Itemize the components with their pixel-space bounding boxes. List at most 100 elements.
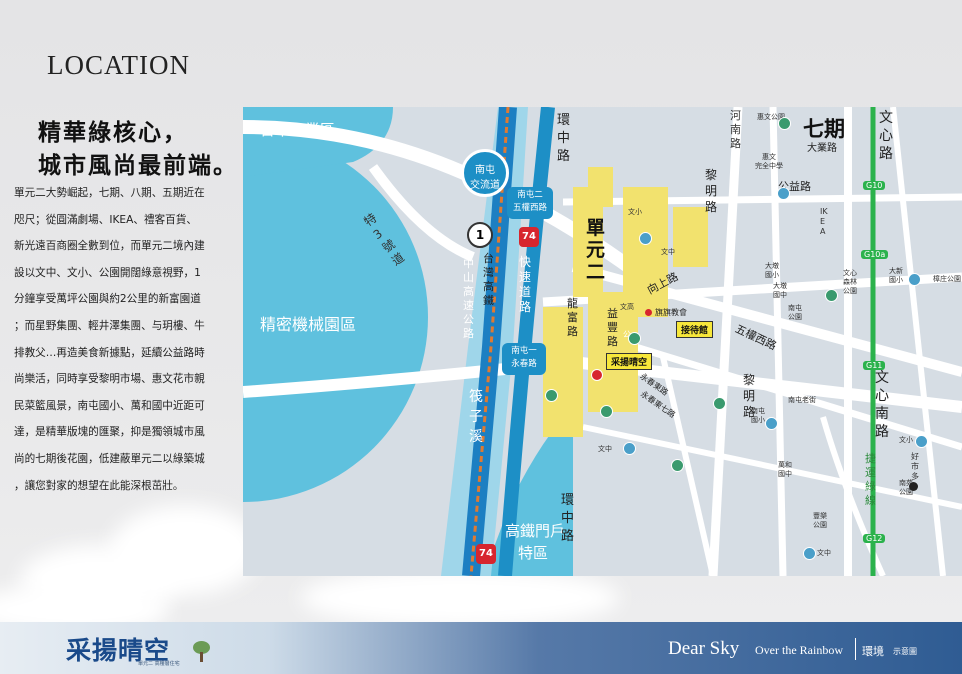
cloud-decoration [110,505,260,595]
road-label-metro: 捷運綠線 [865,452,876,507]
description-line: 分鐘享受萬坪公園與約2公里的新富園道 [14,293,201,306]
zone-label-hsr-2: 特區 [518,544,549,562]
poi-label: 大墩 [765,262,779,270]
road-label-huanzhong: 環中路 [557,113,571,164]
poi-wenzhong: 文中 [661,248,675,256]
poi-haoshi: 好市多 [911,452,919,481]
tagline: Dear Sky [668,638,740,659]
ramp-nantun-2: 南屯二 五權西路 [507,187,553,219]
park-icon [825,289,838,302]
park-icon [600,405,613,418]
poi-church: 旗旗教會 [655,308,687,317]
road-label-ikea: IKEA [820,207,828,236]
highway-shield-74: 74 [519,227,539,247]
headline-line-1: 精華綠核心， [38,120,188,146]
poi-label: 完全中學 [755,162,783,170]
church-pin-icon [645,309,652,316]
metro-station-g10: G10 [863,181,886,190]
description-line: 民菜籃風景，南屯國小、萬和國中近距可 [14,399,205,412]
poi-label: 公園 [788,313,802,321]
school-icon [765,417,778,430]
poi-label: 國中 [778,470,792,478]
interchange-label: 交流道 [470,180,500,191]
location-map: 台中工業區 精密機械園區 高鐵門戶 特區 單元二 七期 南屯 交流道 南屯二 五… [243,107,962,576]
road-label-longfu: 龍富路 [567,297,578,338]
description-line: 新光遠百商圈全數到位，而單元二境內建 [14,240,205,253]
metro-station-g11: G11 [863,361,886,370]
poi-label: 萬和 [778,461,792,469]
road-label-yifeng: 益豐路 [607,307,618,348]
road-label-wenxin-top: 文心路 [879,110,893,162]
park-icon [778,117,791,130]
metro-station-g10a: G10a [861,250,889,259]
poi-fengle-park: 豐樂 公園 [813,512,827,530]
school-icon [639,232,652,245]
poi-nantun-park: 南屯 公園 [788,304,802,322]
poi-wanhe-mid: 萬和 國中 [778,461,792,479]
description-line: 達，是精華版塊的匯聚，抑是獨領城市風 [14,426,205,439]
zone-label-hsr: 高鐵門戶 [505,522,566,540]
poi-label: 大墩 [773,282,787,290]
poi-label: 國小 [751,416,765,424]
highway-shield-74-b: 74 [476,544,496,564]
poi-wenxiao: 文小 [628,208,642,216]
description-line: ，讓您對家的想望在此能深根茁壯。 [14,479,184,492]
description-line: 排教父…再造美食新據點，延續公益路時 [14,346,205,359]
poi-nantun-elem: 南屯 國小 [751,407,765,425]
poi-wenzhong-2: 文中 [598,445,612,453]
section-label: 環境 [862,645,884,658]
metro-station-g12: G12 [863,534,886,543]
school-icon [803,547,816,560]
section-sublabel: 示意圖 [893,647,917,656]
poi-dadun-elem: 大墩 國小 [765,262,779,280]
ramp-label: 南屯二 [517,190,543,200]
poi-wenzhong-3: 文中 [817,549,831,557]
description-line: ；而星野集團、輕井澤集團、与玥樓、牛 [14,319,205,332]
tagline-secondary: Over the Rainbow [755,643,843,657]
description-line: 設以文中、文小、公園開闊綠意視野，1 [14,266,201,279]
poi-label: 大新 [889,267,903,275]
park-icon [545,389,558,402]
reception-callout: 接待館 [676,321,714,338]
poi-daxin-elem: 大新 國小 [889,267,903,285]
road-label-zhongshan: 中山高速公路 [463,257,474,340]
poi-label: 惠文 [762,153,776,161]
project-callout: 采揚晴空 [606,353,653,370]
cloud-decoration [300,568,620,628]
zone-label-industrial: 台中工業區 [260,121,336,139]
poi-huiwen-school: 惠文 完全中學 [755,153,783,171]
school-icon [777,187,790,200]
road-label-henan: 河南路 [730,109,741,150]
poi-nantun-old: 南屯老街 [788,396,816,404]
road-label-hsr: 台灣高鐵 [483,252,494,307]
ramp-nantun-1: 南屯一 永春路 [502,343,546,375]
interchange-badge: 南屯 交流道 [461,149,509,197]
headline-line-2: 城市風尚最前端。 [38,153,238,179]
road-label-wenxin-bottom: 文心南路 [875,370,889,440]
project-pin-icon [591,369,603,381]
poi-label: 國中 [773,291,787,299]
school-icon [915,435,928,448]
poi-keli: 樟庄公園 [933,275,961,283]
map-canvas [243,107,962,576]
description-line: 尚樂活，同時享受黎明市場、惠文花市親 [14,373,205,386]
page-title: LOCATION [47,50,190,80]
brand-logo-subtext: 單元二 高樓層住宅 [138,661,180,667]
zone-label-unit2: 單元二 [586,217,606,283]
footer-divider [855,638,856,660]
poi-label: 國小 [765,271,779,279]
park-icon [671,459,684,472]
road-label-liming: 黎明路 [705,168,718,214]
tree-trunk-icon [200,652,203,662]
description-line: 尚的七期後花園，低建蔽單元二以綠築城 [14,452,205,465]
poi-label: 森林 [843,278,857,286]
poi-label: 南屯 [788,304,802,312]
description-text: 單元二大勢崛起，七期、八期、五期近在 咫尺；從圓滿劇場、IKEA、禮客百貨、 新… [14,180,238,499]
poi-label: 南屯 [751,407,765,415]
school-icon [908,273,921,286]
location-pin-icon [909,482,918,491]
poi-label: 國小 [889,276,903,284]
description-line: 單元二大勢崛起，七期、八期、五期近在 [14,187,205,199]
poi-label: 豐樂 [813,512,827,520]
park-icon [713,397,726,410]
